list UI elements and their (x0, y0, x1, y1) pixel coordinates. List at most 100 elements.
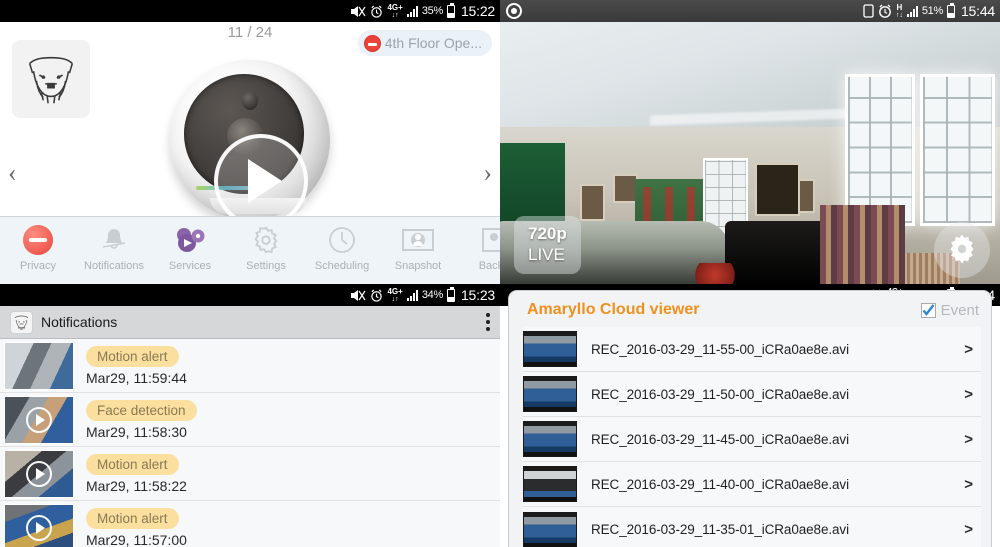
play-icon[interactable] (26, 406, 52, 433)
status-bar-device: 4G+ ↓↑ 35% 15:22 (0, 0, 500, 22)
resolution-label: 720p (528, 223, 567, 243)
toolbar-item-snapshot[interactable]: Snapshot (380, 223, 456, 272)
carousel-prev-button[interactable]: ‹ (8, 160, 17, 186)
device-name-label: 4th Floor Ope... (384, 35, 482, 51)
live-label: LIVE (528, 244, 565, 264)
scene-window-left (845, 74, 915, 227)
signal-bars-icon (906, 5, 918, 17)
list-item[interactable]: REC_2016-03-29_11-50-00_iCRa0ae8e.avi > (523, 372, 981, 417)
network-h-plus-icon: H ↑↓ (895, 2, 903, 19)
sim-icon (863, 4, 874, 18)
recording-thumbnail (523, 376, 577, 412)
recording-filename: REC_2016-03-29_11-50-00_iCRa0ae8e.avi (591, 386, 849, 402)
recording-thumbnail (523, 511, 577, 547)
status-clock: 15:44 (960, 3, 995, 19)
status-badge: Face detection (86, 399, 197, 421)
play-icon[interactable] (26, 460, 52, 487)
recording-thumbnail (523, 331, 577, 367)
alarm-icon (878, 4, 892, 18)
status-clock: 15:23 (460, 287, 495, 303)
event-checkbox[interactable] (920, 302, 936, 318)
battery-percent: 34% (421, 289, 443, 301)
play-button[interactable] (214, 134, 308, 228)
notifications-header: Notifications (0, 306, 500, 339)
privacy-icon (20, 223, 56, 257)
panel-cloud-viewer: 4G+ ↓↑ 34% 15:24 Amaryllo Cloud viewer E… (500, 284, 1000, 547)
toolbar-item-notifications[interactable]: Notifications (76, 223, 152, 272)
page-title: Amaryllo Cloud viewer (527, 301, 700, 318)
recording-filename: REC_2016-03-29_11-40-00_iCRa0ae8e.avi (591, 476, 849, 492)
amaryllo-tiger-logo (12, 40, 90, 118)
device-preview[interactable] (162, 60, 338, 232)
chevron-right-icon[interactable]: > (964, 521, 981, 538)
battery-percent: 51% (921, 5, 943, 17)
panel-notifications: 4G+ ↓↑ 34% 15:23 Notifications Motion al… (0, 284, 500, 547)
bell-icon (96, 223, 132, 257)
notification-thumbnail (4, 449, 74, 498)
camera-icon (400, 223, 436, 257)
scene-painting (755, 163, 800, 216)
status-bar-live: H ↑↓ 51% 15:44 (500, 0, 1000, 22)
scene-flowers (690, 263, 740, 284)
scene-piano (725, 221, 835, 284)
services-icon (172, 223, 208, 257)
recording-filename: REC_2016-03-29_11-45-00_iCRa0ae8e.avi (591, 431, 849, 447)
list-item[interactable]: Motion alert Mar29, 11:57:00 (0, 501, 500, 547)
play-icon[interactable] (26, 514, 52, 541)
toolbar-label-notifications: Notifications (84, 260, 144, 272)
notification-time: Mar29, 11:59:44 (86, 369, 187, 386)
screenshot-grid: 4G+ ↓↑ 35% 15:22 11 / 24 4th Floor Ope..… (0, 0, 1000, 547)
event-filter[interactable]: Event (920, 301, 979, 319)
carousel-next-button[interactable]: › (483, 160, 492, 186)
device-toolbar: Privacy Notifications Services Settings … (0, 216, 500, 284)
record-circle-icon (506, 3, 522, 19)
status-bar-notifications: 4G+ ↓↑ 34% 15:23 (0, 284, 500, 306)
background-icon (476, 223, 500, 257)
list-item[interactable]: REC_2016-03-29_11-45-00_iCRa0ae8e.avi > (523, 417, 981, 462)
live-video-stream[interactable]: 720p LIVE (500, 22, 1000, 284)
list-item[interactable]: REC_2016-03-29_11-40-00_iCRa0ae8e.avi > (523, 462, 981, 507)
list-item[interactable]: REC_2016-03-29_11-35-01_iCRa0ae8e.avi > (523, 507, 981, 547)
list-item[interactable]: Face detection Mar29, 11:58:30 (0, 393, 500, 447)
chevron-right-icon[interactable]: > (964, 476, 981, 493)
mute-icon (350, 5, 366, 18)
scene-armchair (820, 205, 905, 284)
chevron-right-icon[interactable]: > (964, 341, 981, 358)
kebab-menu-icon[interactable] (486, 313, 490, 331)
signal-bars-icon (406, 5, 418, 17)
device-carousel-body: 11 / 24 4th Floor Ope... ‹ › Privacy Not… (0, 22, 500, 284)
list-item[interactable]: Motion alert Mar29, 11:58:22 (0, 447, 500, 501)
toolbar-item-settings[interactable]: Settings (228, 223, 304, 272)
chevron-right-icon[interactable]: > (964, 386, 981, 403)
toolbar-item-privacy[interactable]: Privacy (0, 223, 76, 272)
clock-icon (324, 223, 360, 257)
toolbar-item-scheduling[interactable]: Scheduling (304, 223, 380, 272)
notification-list: Motion alert Mar29, 11:59:44 Face detect… (0, 339, 500, 547)
page-title: Notifications (41, 314, 118, 330)
notification-text: Motion alert Mar29, 11:59:44 (86, 345, 187, 386)
recording-thumbnail (523, 466, 577, 502)
toolbar-item-background[interactable]: Backg (456, 223, 500, 272)
alarm-icon (370, 5, 383, 18)
toolbar-label-services: Services (168, 260, 212, 272)
event-label: Event (940, 301, 979, 319)
camera-sensor-dot-icon (242, 92, 258, 110)
recording-thumbnail (523, 421, 577, 457)
network-4g-plus-icon: 4G+ ↓↑ (387, 286, 403, 303)
notification-text: Motion alert Mar29, 11:57:00 (86, 507, 187, 547)
device-name-tag[interactable]: 4th Floor Ope... (357, 30, 492, 56)
list-item[interactable]: Motion alert Mar29, 11:59:44 (0, 339, 500, 393)
notification-text: Motion alert Mar29, 11:58:22 (86, 453, 187, 494)
scene-picture-2 (612, 173, 638, 203)
stream-quality-badge[interactable]: 720p LIVE (514, 215, 581, 274)
list-item[interactable]: REC_2016-03-29_11-55-00_iCRa0ae8e.avi > (523, 327, 981, 372)
status-badge: Motion alert (86, 345, 179, 367)
amaryllo-tiger-logo (10, 310, 33, 334)
chevron-right-icon[interactable]: > (964, 431, 981, 448)
notification-time: Mar29, 11:57:00 (86, 531, 187, 547)
recording-filename: REC_2016-03-29_11-35-01_iCRa0ae8e.avi (591, 522, 849, 537)
cloud-viewer-card: Amaryllo Cloud viewer Event REC_2016-03-… (508, 290, 992, 547)
toolbar-item-services[interactable]: Services (152, 223, 228, 272)
live-settings-button[interactable] (934, 222, 990, 278)
play-triangle-icon (248, 159, 282, 203)
